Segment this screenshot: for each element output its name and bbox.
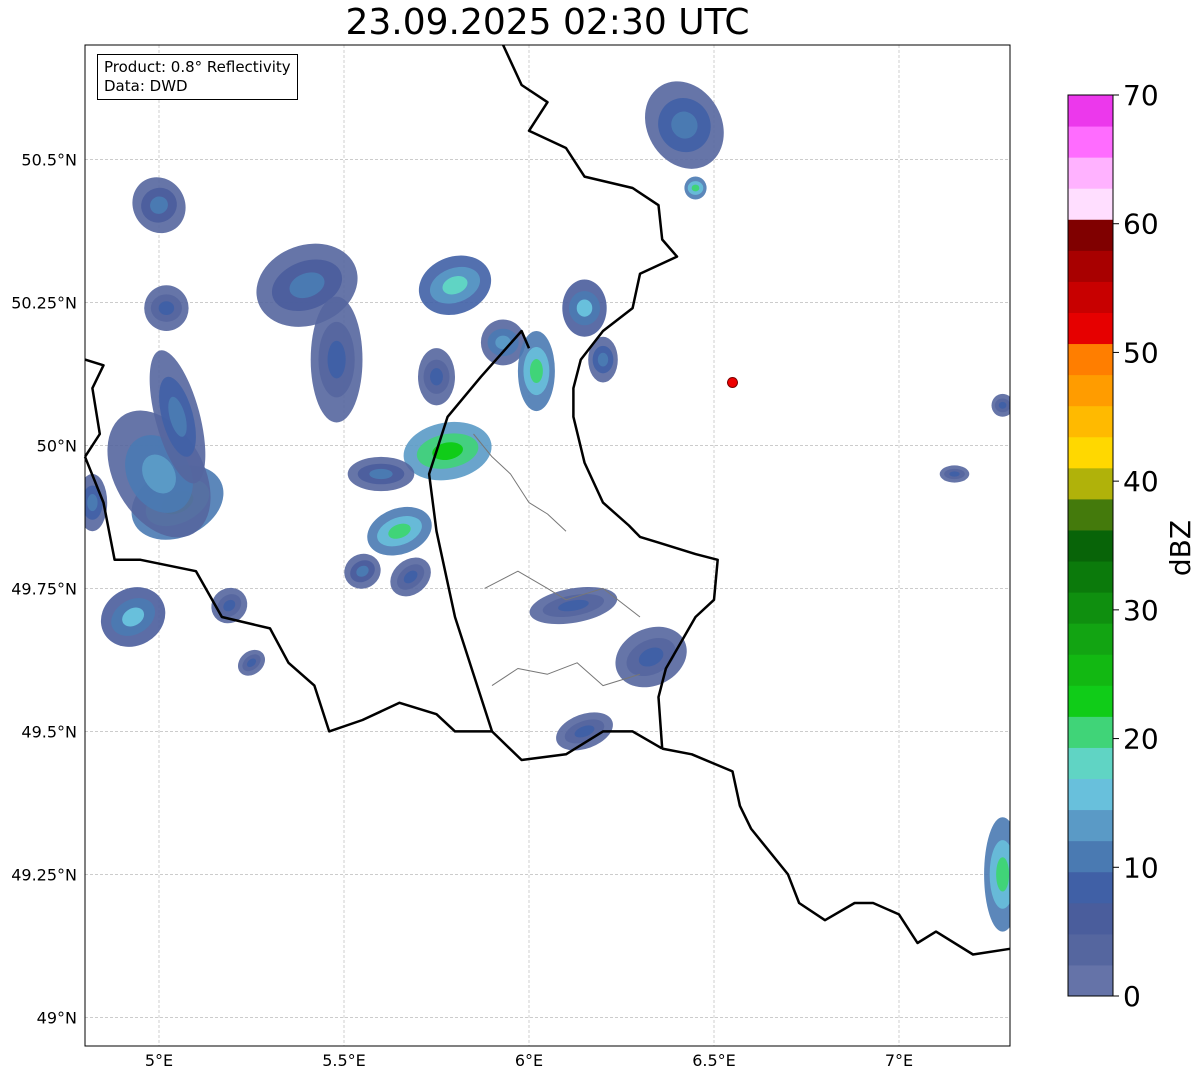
echo-core xyxy=(949,471,960,477)
colorbar-segment xyxy=(1068,685,1113,717)
echo-cell xyxy=(367,506,432,556)
lon-tick-label: 7°E xyxy=(885,1051,913,1070)
lat-tick-label: 50.25°N xyxy=(11,293,77,312)
colorbar-segment xyxy=(1068,809,1113,842)
product-info-box: Product: 0.8° Reflectivity Data: DWD xyxy=(97,54,298,100)
lat-tick-label: 50°N xyxy=(37,436,77,455)
lon-tick-label: 5°E xyxy=(145,1051,173,1070)
latitude-ticks: 50.5°N 50.25°N 50°N 49.75°N 49.5°N 49.25°N 49°… xyxy=(11,150,77,1027)
echo-cell xyxy=(939,465,970,483)
colorbar-segment xyxy=(1068,405,1113,438)
colorbar-segment xyxy=(1068,188,1113,220)
colorbar-tick-label: 40 xyxy=(1123,465,1159,498)
colorbar-segment xyxy=(1068,654,1113,686)
colorbar-segment xyxy=(1068,467,1113,500)
colorbar: 0 10 20 30 40 50 60 70 dBZ xyxy=(1067,79,1197,1013)
colorbar-label: dBZ xyxy=(1164,520,1197,576)
radar-site-dot xyxy=(727,376,738,388)
echo-cell xyxy=(480,319,526,366)
echo-core xyxy=(529,359,543,384)
lon-tick-label: 5.5°E xyxy=(322,1051,366,1070)
colorbar-segment xyxy=(1068,281,1113,313)
echo-cell xyxy=(615,626,687,688)
echo-cell xyxy=(390,557,431,597)
lat-tick-label: 50.5°N xyxy=(21,150,77,169)
product-label: Product: 0.8° Reflectivity xyxy=(104,58,291,76)
colorbar-tick-label: 30 xyxy=(1123,594,1159,627)
colorbar-segment xyxy=(1068,498,1113,531)
data-source-label: Data: DWD xyxy=(104,77,188,95)
radar-site-marker xyxy=(727,376,738,388)
colorbar-tick-label: 20 xyxy=(1123,723,1159,756)
lat-tick-label: 49.5°N xyxy=(21,722,77,741)
echo-cell xyxy=(132,177,186,234)
colorbar-segment xyxy=(1068,964,1113,997)
echo-cell xyxy=(984,817,1010,932)
lon-tick-label: 6°E xyxy=(515,1051,543,1070)
colorbar-segment xyxy=(1068,592,1113,624)
lat-tick-label: 49.75°N xyxy=(11,579,77,598)
echo-cell xyxy=(684,176,707,200)
longitude-ticks: 5°E 5.5°E 6°E 6.5°E 7°E xyxy=(145,1051,913,1070)
map-frame xyxy=(84,44,1011,1047)
echo-core xyxy=(996,857,1010,892)
border-fr-de xyxy=(661,747,1011,956)
lat-tick-label: 49.25°N xyxy=(11,865,77,884)
echo-cell xyxy=(517,331,555,412)
echo-cell xyxy=(562,279,607,337)
colorbar-segment xyxy=(1068,250,1113,282)
echo-cell xyxy=(347,456,415,492)
echo-cell xyxy=(144,285,189,331)
colorbar-segment xyxy=(1068,623,1113,655)
colorbar-segment xyxy=(1068,716,1113,748)
echo-core xyxy=(597,352,609,367)
radar-map: 5°E 5.5°E 6°E 6.5°E 7°E 50.5°N 50.25°N 50°N 49.… xyxy=(11,44,1197,1070)
colorbar-segment xyxy=(1068,778,1113,811)
echo-cell xyxy=(418,255,492,315)
radar-echoes xyxy=(85,81,1010,932)
country-borders xyxy=(83,44,1011,956)
graticule xyxy=(85,45,1010,1046)
colorbar-segment xyxy=(1068,561,1113,593)
colorbar-tick-label: 60 xyxy=(1123,208,1159,241)
echo-core xyxy=(158,301,175,315)
echo-cell xyxy=(645,81,724,169)
border-west xyxy=(83,358,105,458)
echo-core xyxy=(691,184,700,192)
lat-tick-label: 49°N xyxy=(37,1008,77,1027)
echo-core xyxy=(998,401,1007,409)
colorbar-tick-label: 0 xyxy=(1123,980,1141,1013)
colorbar-segment xyxy=(1068,529,1113,562)
colorbar-segment xyxy=(1068,871,1113,904)
colorbar-segment xyxy=(1068,343,1113,376)
colorbar-tick-label: 50 xyxy=(1123,336,1159,369)
colorbar-segment xyxy=(1068,374,1113,407)
colorbar-tick-label: 70 xyxy=(1123,79,1159,112)
echo-cell xyxy=(418,348,455,406)
colorbar-segment xyxy=(1068,902,1113,935)
colorbar-segment xyxy=(1068,436,1113,469)
echo-core xyxy=(369,468,393,480)
colorbar-segment xyxy=(1068,840,1113,873)
colorbar-segment xyxy=(1068,933,1113,966)
colorbar-tick-label: 10 xyxy=(1123,851,1159,884)
colorbar-segment xyxy=(1068,157,1113,189)
echo-cell xyxy=(100,587,166,647)
colorbar-segment xyxy=(1068,312,1113,345)
lon-tick-label: 6.5°E xyxy=(692,1051,736,1070)
echo-core xyxy=(576,299,593,317)
colorbar-segment xyxy=(1068,126,1113,158)
echo-cell xyxy=(237,649,266,676)
colorbar-segment xyxy=(1068,747,1113,780)
colorbar-segment xyxy=(1068,219,1113,251)
echo-core xyxy=(87,494,98,512)
echo-core xyxy=(327,340,346,379)
echo-cell xyxy=(310,296,363,423)
echo-core xyxy=(430,368,443,386)
colorbar-segment xyxy=(1068,95,1113,127)
